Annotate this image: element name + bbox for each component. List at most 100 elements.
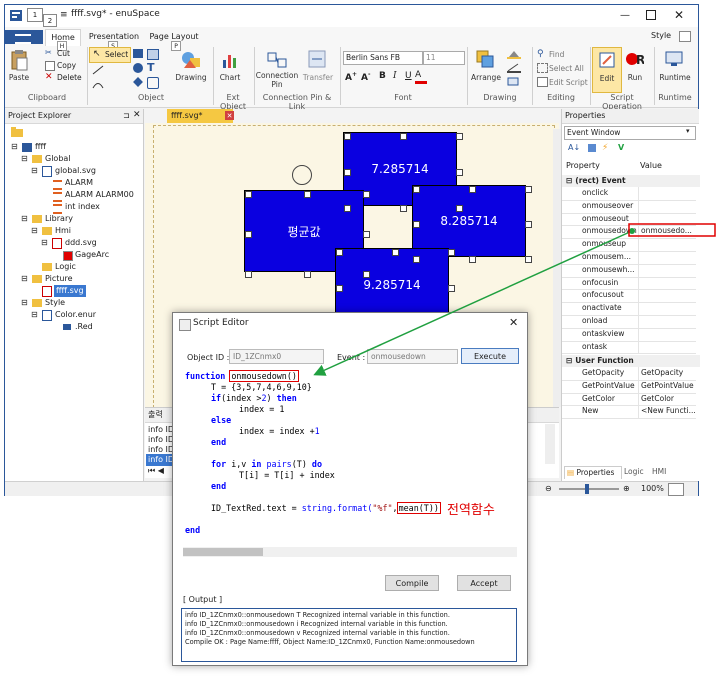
drawing-icon[interactable] <box>181 49 201 69</box>
event-value[interactable] <box>638 187 699 200</box>
event-row[interactable]: onfocusin <box>562 276 699 291</box>
italic-icon[interactable]: I <box>393 71 397 81</box>
compile-button[interactable]: Compile <box>385 575 439 591</box>
line-tool-icon[interactable] <box>92 65 104 75</box>
resize-handle[interactable] <box>336 249 343 256</box>
zoom-in-icon[interactable]: ⊕ <box>623 484 630 493</box>
cut-button[interactable]: Cut <box>57 49 70 58</box>
arrange-icon[interactable] <box>475 49 495 69</box>
user-function-value[interactable]: <New Functi... <box>638 405 699 419</box>
event-value[interactable] <box>638 315 699 328</box>
tree-node[interactable]: ⊟ Hmi <box>5 225 143 237</box>
event-row[interactable]: onactivate <box>562 302 696 316</box>
transfer-button[interactable]: Transfer <box>301 73 335 82</box>
event-value[interactable] <box>638 276 699 290</box>
text-tool-icon[interactable]: T <box>147 61 155 74</box>
resize-handle[interactable] <box>456 205 463 212</box>
tree-node[interactable]: ⊟ Global <box>5 153 143 165</box>
resize-handle[interactable] <box>336 285 343 292</box>
resize-handle[interactable] <box>363 231 370 238</box>
connection-pin-button[interactable]: Connection Pin <box>255 71 299 89</box>
resize-handle[interactable] <box>363 191 370 198</box>
event-row[interactable]: ontaskview <box>562 327 696 342</box>
category-icon[interactable] <box>588 144 596 152</box>
user-function-section-header[interactable]: ⊟ User Function <box>562 355 700 367</box>
rotate-handle[interactable] <box>292 165 312 185</box>
event-row[interactable]: onmousewh... <box>562 263 699 278</box>
arrange-button[interactable]: Arrange <box>469 73 503 82</box>
resize-handle[interactable] <box>469 256 476 263</box>
copy-button[interactable]: Copy <box>57 61 76 70</box>
grow-font-icon[interactable]: A+ <box>345 71 357 83</box>
execute-button[interactable]: Execute <box>461 348 519 364</box>
resize-handle[interactable] <box>400 205 407 212</box>
font-name-select[interactable]: Berlin Sans FB <box>343 51 423 65</box>
events-icon[interactable]: ⚡ <box>602 143 608 153</box>
quick-access-badge-2[interactable]: 2 <box>43 14 57 27</box>
code-editor[interactable]: function onmousedown() T = {3,5,7,4,6,9,… <box>183 369 517 559</box>
resize-handle[interactable] <box>392 249 399 256</box>
help-icon[interactable] <box>679 31 691 42</box>
canvas-shape-value-2[interactable]: 8.285714 <box>412 185 526 257</box>
effects-icon[interactable] <box>507 77 521 87</box>
resize-handle[interactable] <box>525 256 532 263</box>
fill-color-icon[interactable] <box>507 49 521 59</box>
resize-handle[interactable] <box>413 221 420 228</box>
tree-node[interactable]: ⊟ Picture <box>5 273 143 285</box>
zoom-out-icon[interactable]: ⊖ <box>545 484 552 493</box>
resize-handle[interactable] <box>363 271 370 278</box>
line-color-icon[interactable] <box>507 63 521 73</box>
delete-button[interactable]: Delete <box>57 73 82 82</box>
group-tool-icon[interactable] <box>147 77 159 89</box>
output-nav-icon[interactable]: ⏮ ◀ <box>148 466 164 476</box>
zoom-slider[interactable] <box>559 488 619 490</box>
polygon-tool-icon[interactable] <box>133 77 143 87</box>
tree-node[interactable]: ⊟ Library <box>5 213 143 225</box>
resize-handle[interactable] <box>344 169 351 176</box>
code-hscrollbar-thumb[interactable] <box>183 548 263 556</box>
file-menu-button[interactable] <box>5 30 43 44</box>
select-all-icon[interactable] <box>537 63 548 73</box>
event-row[interactable]: onmousem... <box>562 251 696 265</box>
delete-icon[interactable]: ✕ <box>45 73 53 82</box>
tab-logic[interactable]: Logic <box>624 467 644 476</box>
resize-handle[interactable] <box>245 231 252 238</box>
event-value[interactable] <box>638 199 699 213</box>
tab-close-icon[interactable]: ✕ <box>225 111 234 120</box>
maximize-icon[interactable] <box>641 8 661 22</box>
resize-handle[interactable] <box>525 221 532 228</box>
resize-handle[interactable] <box>344 133 351 140</box>
variable-icon[interactable]: V <box>618 143 624 152</box>
copy-icon[interactable] <box>45 61 55 71</box>
event-value[interactable] <box>638 263 699 277</box>
event-section-header[interactable]: ⊟ (rect) Event <box>562 175 700 187</box>
event-row[interactable]: onmousedown onmousedo... <box>562 225 696 240</box>
select-all-button[interactable]: Select All <box>549 64 584 73</box>
select-button[interactable]: ↖ Select <box>89 47 131 63</box>
drawing-button[interactable]: Drawing <box>173 73 209 82</box>
find-button[interactable]: Find <box>549 50 564 59</box>
chevron-down-icon[interactable]: ▾ <box>686 127 690 135</box>
font-size-select[interactable]: 11 <box>423 51 465 65</box>
image-tool-icon[interactable] <box>147 49 159 60</box>
canvas-scrollbar[interactable] <box>553 129 561 407</box>
accept-button[interactable]: Accept <box>457 575 511 591</box>
event-row[interactable]: onfocusout <box>562 289 696 304</box>
event-row[interactable]: onload <box>562 315 696 329</box>
explorer-toolbar-icon[interactable] <box>11 127 23 137</box>
paste-icon[interactable] <box>9 49 29 71</box>
resize-handle[interactable] <box>456 133 463 140</box>
resize-handle[interactable] <box>525 186 532 193</box>
zoom-slider-thumb[interactable] <box>585 484 589 494</box>
user-function-row[interactable]: GetPointValue GetPointValue <box>562 379 696 394</box>
resize-handle[interactable] <box>456 169 463 176</box>
resize-handle[interactable] <box>304 191 311 198</box>
resize-handle[interactable] <box>245 271 252 278</box>
user-function-value[interactable]: GetOpacity <box>638 367 699 380</box>
resize-handle[interactable] <box>413 256 420 263</box>
event-window-select[interactable]: Event Window <box>564 126 696 140</box>
tree-node[interactable]: int index <box>5 201 143 214</box>
user-function-value[interactable]: GetColor <box>638 392 699 406</box>
curve-tool-icon[interactable] <box>92 79 104 89</box>
chart-button[interactable]: Chart <box>215 73 245 82</box>
